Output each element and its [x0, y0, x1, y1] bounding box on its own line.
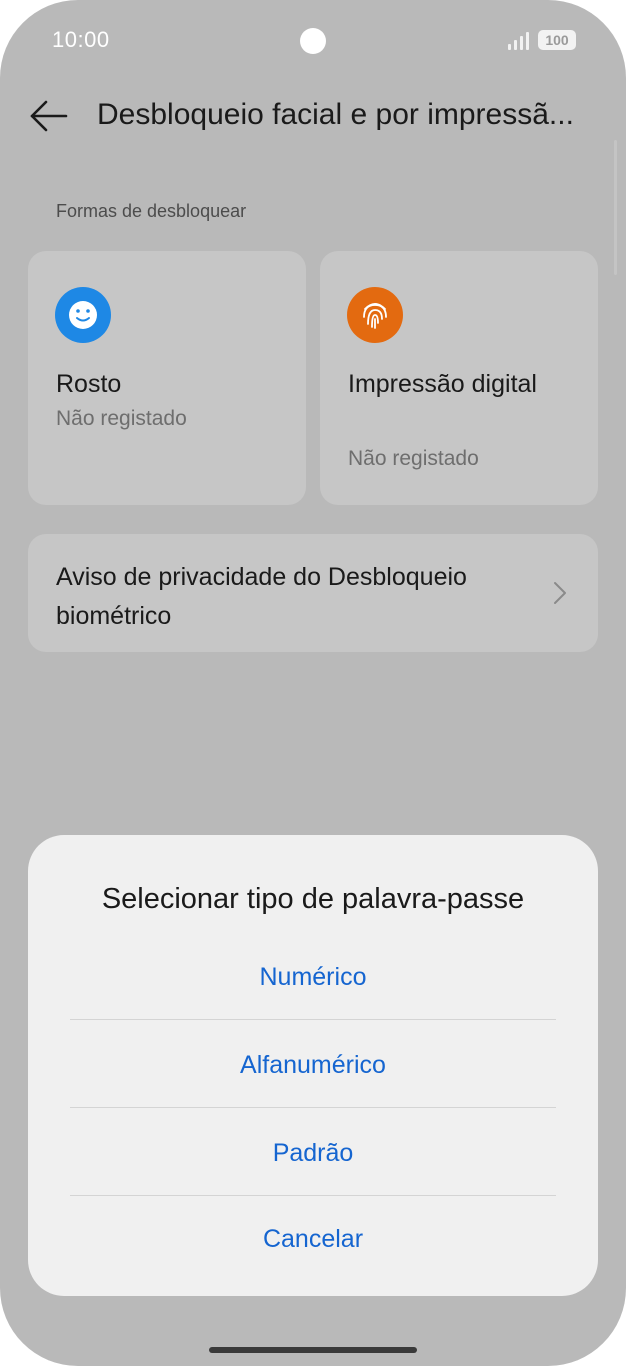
unlock-method-title: Impressão digital: [348, 370, 537, 398]
face-icon: [55, 287, 111, 343]
home-indicator[interactable]: [209, 1347, 417, 1353]
unlock-method-face-card[interactable]: Rosto Não registado: [28, 251, 306, 505]
unlock-method-fingerprint-card[interactable]: Impressão digital Não registado: [320, 251, 598, 505]
battery-indicator: 100: [538, 30, 576, 50]
scrollbar[interactable]: [614, 140, 617, 275]
status-time: 10:00: [52, 27, 110, 52]
phone-screen: 10:00 100 Desbloqueio facial e por impre…: [0, 0, 626, 1366]
option-alphanumeric-button[interactable]: Alfanumérico: [70, 1021, 556, 1109]
divider: [70, 1019, 556, 1020]
signal-bars-icon: [508, 32, 530, 50]
option-numeric-button[interactable]: Numérico: [70, 933, 556, 1021]
chevron-right-icon: [552, 580, 568, 606]
privacy-notice-row[interactable]: Aviso de privacidade do Desbloqueio biom…: [28, 534, 598, 652]
unlock-method-title: Rosto: [56, 370, 122, 398]
section-label: Formas de desbloquear: [56, 201, 247, 221]
unlock-method-status: Não registado: [348, 447, 479, 470]
front-camera-icon: [300, 28, 326, 54]
option-pattern-button[interactable]: Padrão: [70, 1109, 556, 1197]
fingerprint-icon: [347, 287, 403, 343]
divider: [70, 1107, 556, 1108]
dialog-title: Selecionar tipo de palavra-passe: [101, 883, 525, 915]
cancel-button[interactable]: Cancelar: [70, 1195, 556, 1283]
privacy-notice-label: Aviso de privacidade do Desbloqueio biom…: [56, 563, 467, 630]
page-title: Desbloqueio facial e por impressã...: [97, 98, 574, 131]
unlock-method-status: Não registado: [56, 407, 187, 430]
arrow-left-icon[interactable]: [28, 96, 70, 136]
password-type-dialog: Selecionar tipo de palavra-passe Numéric…: [28, 835, 598, 1296]
